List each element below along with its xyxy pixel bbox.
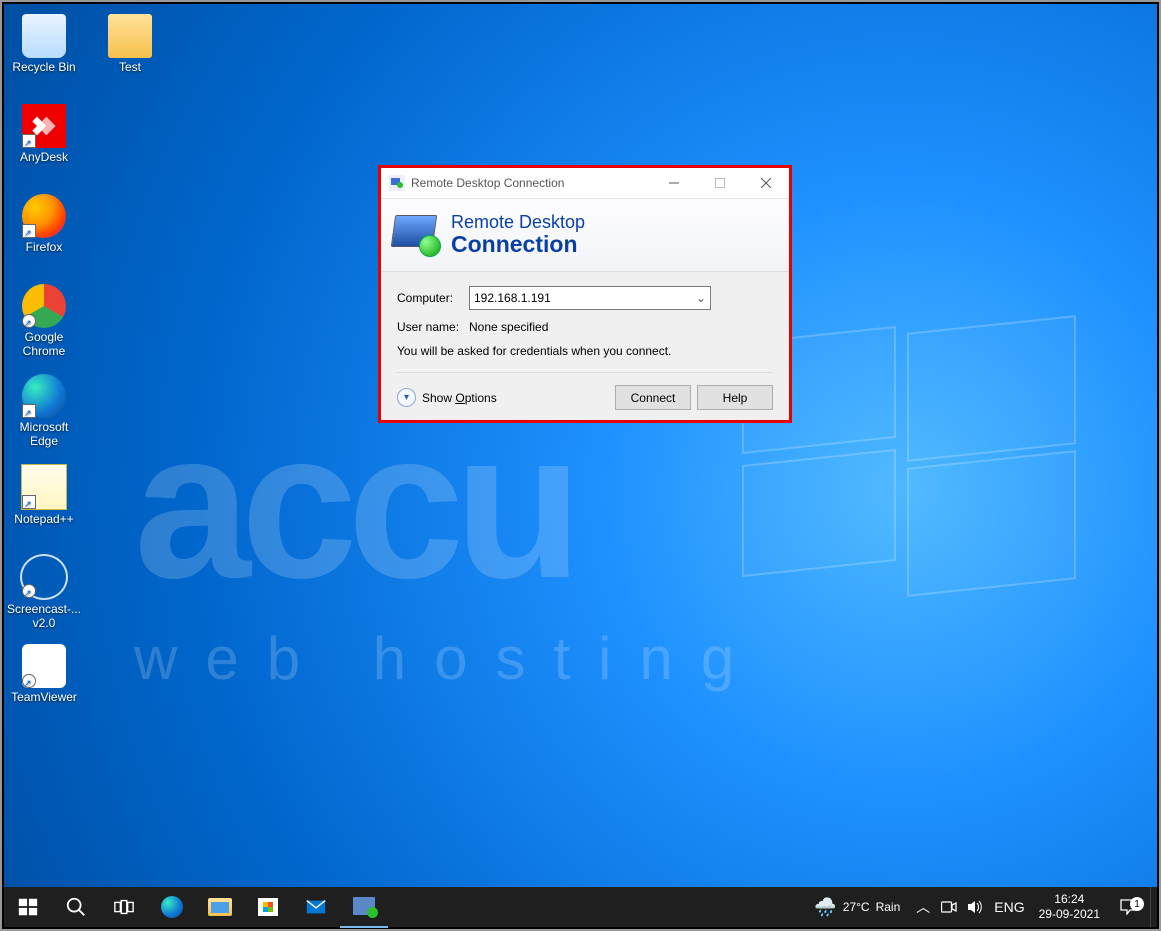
recycle-bin-icon (22, 14, 66, 58)
teamviewer-icon (22, 644, 66, 688)
desktop-icon-microsoft-edge[interactable]: Microsoft Edge (6, 374, 82, 450)
folder-icon (208, 898, 232, 916)
username-value: None specified (469, 320, 548, 334)
taskbar-mail[interactable] (292, 887, 340, 927)
connect-button[interactable]: Connect (615, 385, 691, 410)
clock[interactable]: 16:24 29-09-2021 (1031, 892, 1108, 922)
brand-line2: Connection (451, 232, 585, 256)
taskbar-microsoft-store[interactable] (244, 887, 292, 927)
weather-widget[interactable]: 🌧️ 27°C Rain (804, 897, 910, 918)
weather-icon: 🌧️ (814, 897, 836, 918)
chevron-up-icon: ︿ (916, 897, 930, 917)
taskbar-remote-desktop[interactable] (340, 886, 388, 928)
show-desktop-button[interactable] (1150, 887, 1157, 927)
desktop-icon-label: AnyDesk (20, 150, 68, 164)
help-button[interactable]: Help (697, 385, 773, 410)
computer-label: Computer: (397, 291, 469, 305)
rdc-large-icon (393, 213, 441, 257)
taskbar-edge[interactable] (148, 887, 196, 927)
taskbar-file-explorer[interactable] (196, 887, 244, 927)
desktop-icon-label: Firefox (26, 240, 63, 254)
taskbar: 🌧️ 27°C Rain ︿ ENG 16:24 29-09-2021 1 (4, 887, 1157, 927)
start-button[interactable] (4, 887, 52, 927)
chevron-down-icon: ⌄ (696, 291, 706, 305)
desktop[interactable]: accu web hosting Recycle Bin AnyDesk Fir… (4, 4, 1157, 887)
show-options-toggle[interactable]: ▾ Show Options (397, 388, 497, 407)
store-icon (258, 898, 278, 916)
desktop-icon-google-chrome[interactable]: Google Chrome (6, 284, 82, 360)
maximize-button[interactable] (697, 168, 743, 198)
tray-volume[interactable] (962, 887, 988, 927)
brand-line1: Remote Desktop (451, 213, 585, 232)
chrome-icon (22, 284, 66, 328)
close-button[interactable] (743, 168, 789, 198)
desktop-icon-label: Screencast-... v2.0 (6, 602, 82, 630)
desktop-icons-col2: Test (92, 14, 174, 104)
dialog-titlebar[interactable]: Remote Desktop Connection (381, 168, 789, 199)
desktop-icon-teamviewer[interactable]: TeamViewer (6, 644, 82, 720)
firefox-icon (22, 194, 66, 238)
windows-logo-background (742, 324, 1102, 604)
computer-combobox[interactable]: 192.168.1.191 ⌄ (469, 286, 711, 310)
language-indicator[interactable]: ENG (988, 887, 1030, 927)
desktop-icon-label: Test (119, 60, 141, 74)
desktop-icon-label: Recycle Bin (12, 60, 75, 74)
computer-value: 192.168.1.191 (474, 291, 551, 305)
tray-meet-now[interactable] (936, 887, 962, 927)
minimize-button[interactable] (651, 168, 697, 198)
credentials-info: You will be asked for credentials when y… (397, 344, 773, 358)
desktop-icon-label: TeamViewer (11, 690, 77, 704)
screencast-icon (20, 554, 68, 600)
rdc-app-icon (389, 175, 405, 191)
notepadpp-icon (21, 464, 67, 510)
desktop-icon-recycle-bin[interactable]: Recycle Bin (6, 14, 82, 90)
desktop-icon-firefox[interactable]: Firefox (6, 194, 82, 270)
watermark-small: web hosting (134, 624, 762, 693)
desktop-icons-col1: Recycle Bin AnyDesk Firefox Google Chrom… (6, 14, 88, 734)
username-label: User name: (397, 320, 469, 334)
clock-time: 16:24 (1039, 892, 1100, 907)
notification-badge: 1 (1130, 897, 1144, 911)
clock-date: 29-09-2021 (1039, 907, 1100, 922)
desktop-icon-screencast[interactable]: Screencast-... v2.0 (6, 554, 82, 630)
screen-frame: accu web hosting Recycle Bin AnyDesk Fir… (0, 0, 1161, 931)
search-button[interactable] (52, 887, 100, 927)
edge-icon (161, 896, 183, 918)
dialog-title: Remote Desktop Connection (411, 176, 564, 190)
expand-down-icon: ▾ (397, 388, 416, 407)
action-center-button[interactable]: 1 (1108, 899, 1150, 915)
desktop-icon-notepad-pp[interactable]: Notepad++ (6, 464, 82, 540)
anydesk-icon (22, 104, 66, 148)
tray-overflow-button[interactable]: ︿ (910, 887, 936, 927)
desktop-icon-anydesk[interactable]: AnyDesk (6, 104, 82, 180)
edge-icon (22, 374, 66, 418)
weather-temp: 27°C (843, 900, 870, 914)
desktop-icon-label: Microsoft Edge (6, 420, 82, 448)
rdc-dialog-highlight: Remote Desktop Connection Remote Desktop… (378, 165, 792, 423)
desktop-icon-test-folder[interactable]: Test (92, 14, 168, 90)
desktop-icon-label: Notepad++ (14, 512, 73, 526)
dialog-body: Computer: 192.168.1.191 ⌄ User name: Non… (381, 272, 789, 420)
weather-cond: Rain (876, 900, 901, 914)
desktop-icon-label: Google Chrome (6, 330, 82, 358)
rdc-icon (353, 897, 375, 915)
dialog-branding: Remote Desktop Connection (381, 199, 789, 272)
rdc-dialog: Remote Desktop Connection Remote Desktop… (381, 168, 789, 420)
folder-icon (108, 14, 152, 58)
system-tray: 🌧️ 27°C Rain ︿ ENG 16:24 29-09-2021 1 (804, 887, 1157, 927)
task-view-button[interactable] (100, 887, 148, 927)
